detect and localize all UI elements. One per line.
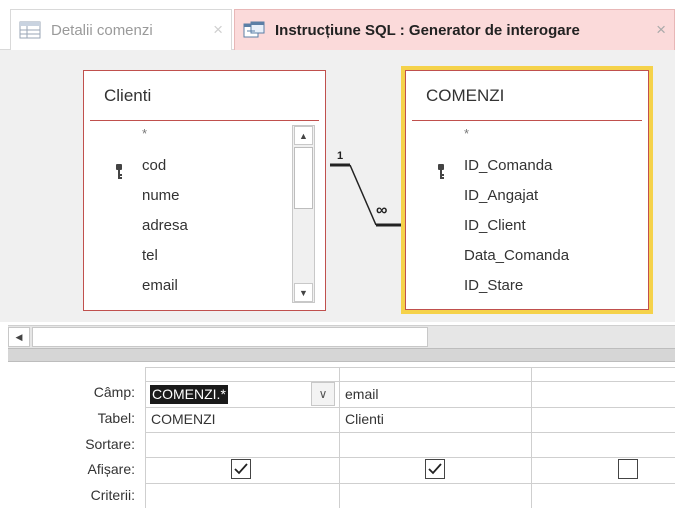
tab-detalii-comenzi[interactable]: Detalii comenzi ×: [10, 9, 232, 50]
divider: [90, 120, 319, 121]
table-icon: [19, 21, 41, 39]
field-adresa[interactable]: adresa: [142, 217, 188, 234]
tab-sql-query-builder[interactable]: Instrucțiune SQL : Generator de interoga…: [234, 9, 675, 50]
table-cell-col1[interactable]: COMENZI: [151, 411, 216, 427]
table-title[interactable]: Clienti: [104, 86, 151, 106]
scroll-thumb[interactable]: [294, 147, 313, 209]
field-all[interactable]: *: [464, 126, 469, 141]
field-id-client[interactable]: ID_Client: [464, 217, 526, 234]
row-label-criteria: Criterii:: [90, 487, 135, 503]
relationship-line[interactable]: [326, 150, 406, 230]
tab-label: Instrucțiune SQL : Generator de interoga…: [275, 21, 580, 39]
row-label-sort: Sortare:: [85, 436, 135, 452]
grid-line: [145, 367, 146, 508]
tab-label: Detalii comenzi: [51, 21, 153, 39]
relationship-many-label: ∞: [376, 202, 388, 219]
table-cell-col2[interactable]: Clienti: [345, 411, 384, 427]
show-checkbox-col2[interactable]: [425, 459, 445, 479]
document-tab-bar: Detalii comenzi × Instrucțiune SQL : Gen…: [0, 0, 675, 50]
chevron-down-icon[interactable]: ∨: [311, 382, 335, 406]
query-design-canvas[interactable]: Clienti * cod nume adresa tel email ▲ ▼ …: [0, 50, 675, 348]
close-icon[interactable]: ×: [656, 20, 666, 40]
grid-line: [145, 457, 675, 458]
field-nume[interactable]: nume: [142, 187, 180, 204]
check-icon: [234, 463, 248, 475]
scroll-down-icon[interactable]: ▼: [294, 283, 313, 302]
show-checkbox-col1[interactable]: [231, 459, 251, 479]
grid-line: [145, 381, 675, 382]
query-design-grid: COMENZI.* ∨ COMENZI email Clienti: [145, 367, 675, 508]
field-all[interactable]: *: [142, 126, 147, 141]
table-box-clienti[interactable]: Clienti * cod nume adresa tel email ▲ ▼: [83, 70, 326, 311]
field-list-scrollbar[interactable]: ▲ ▼: [292, 125, 315, 303]
row-label-show: Afișare:: [87, 461, 135, 477]
field-id-angajat[interactable]: ID_Angajat: [464, 187, 538, 204]
primary-key-icon: [438, 164, 444, 179]
scroll-left-icon[interactable]: ◀: [8, 327, 30, 347]
grid-line: [145, 407, 675, 408]
grid-line: [145, 432, 675, 433]
divider: [412, 120, 642, 121]
show-checkbox-col3[interactable]: [618, 459, 638, 479]
scroll-up-icon[interactable]: ▲: [294, 126, 313, 145]
field-id-comanda[interactable]: ID_Comanda: [464, 157, 552, 174]
grid-line: [531, 367, 532, 508]
primary-key-icon: [116, 164, 122, 179]
pane-splitter[interactable]: [8, 348, 675, 362]
grid-line: [145, 483, 675, 484]
field-cell-col2[interactable]: email: [345, 386, 378, 402]
check-icon: [428, 463, 442, 475]
grid-line: [145, 367, 675, 368]
field-cell-col1[interactable]: COMENZI.*: [150, 385, 228, 404]
scroll-thumb[interactable]: [32, 327, 428, 347]
field-tel[interactable]: tel: [142, 247, 158, 264]
field-id-stare[interactable]: ID_Stare: [464, 277, 523, 294]
table-box-comenzi[interactable]: COMENZI * ID_Comanda ID_Angajat ID_Clien…: [401, 66, 653, 314]
field-cod[interactable]: cod: [142, 157, 166, 174]
canvas-horizontal-scrollbar[interactable]: ◀: [8, 325, 675, 348]
grid-line: [339, 367, 340, 508]
row-label-table: Tabel:: [97, 410, 135, 426]
query-icon: [243, 21, 265, 38]
row-label-field: Câmp:: [93, 384, 135, 400]
relationship-one-label: 1: [337, 150, 344, 162]
field-data-comanda[interactable]: Data_Comanda: [464, 247, 569, 264]
close-icon[interactable]: ×: [213, 20, 223, 40]
field-email[interactable]: email: [142, 277, 178, 294]
table-title[interactable]: COMENZI: [426, 86, 504, 106]
